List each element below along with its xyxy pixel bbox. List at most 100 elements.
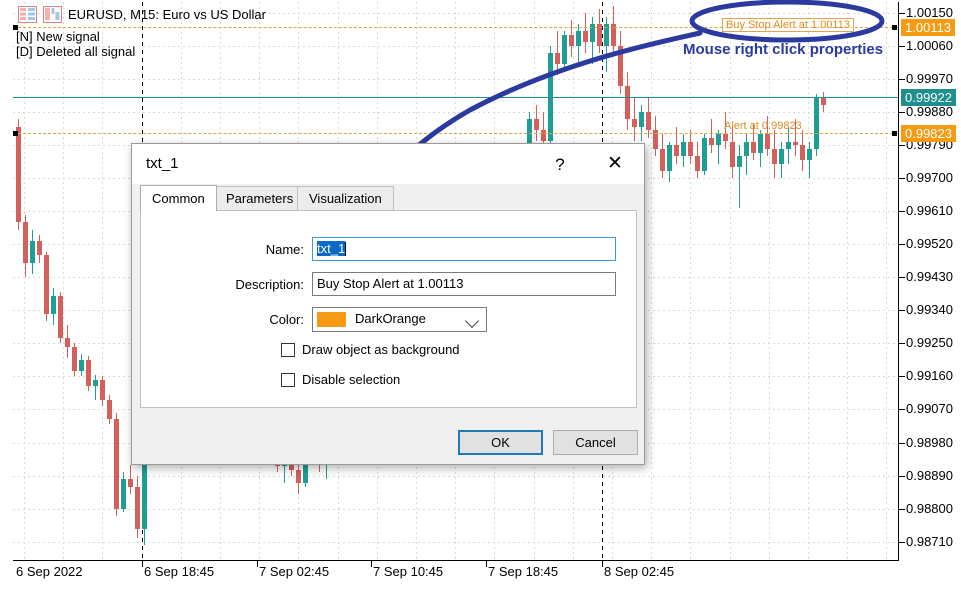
candle-wick — [809, 142, 810, 179]
price-tick — [899, 542, 905, 543]
candle-body — [765, 134, 770, 149]
disable-selection-label: Disable selection — [302, 372, 400, 387]
price-tick — [899, 145, 905, 146]
candle-body — [576, 31, 581, 46]
candle-body — [93, 380, 98, 386]
chart-bars-icon[interactable] — [43, 6, 62, 23]
price-tick — [899, 112, 905, 113]
price-tick — [899, 178, 905, 179]
level-anchor-handle[interactable] — [13, 131, 18, 136]
time-tick — [371, 561, 372, 567]
draw-as-background-checkbox-row[interactable]: Draw object as background — [281, 342, 460, 357]
price-tick-label: 0.99160 — [906, 368, 953, 383]
alert-label[interactable]: Alert at 0.99823 — [724, 120, 802, 132]
name-input-value: txt_1 — [317, 241, 345, 256]
description-input[interactable]: Buy Stop Alert at 1.00113 — [312, 272, 616, 296]
price-tick-label: 0.99700 — [906, 170, 953, 185]
time-tick-label: 7 Sep 10:45 — [373, 564, 443, 579]
time-scale[interactable]: 6 Sep 20226 Sep 18:457 Sep 02:457 Sep 10… — [13, 561, 961, 583]
candle-body — [135, 487, 140, 529]
draw-as-background-label: Draw object as background — [302, 342, 460, 357]
price-tick-label: 0.98980 — [906, 435, 953, 450]
alert-level[interactable] — [13, 133, 898, 134]
help-icon[interactable]: ? — [546, 152, 574, 178]
candle-body — [814, 97, 819, 148]
buy-stop-alert-label[interactable]: Buy Stop Alert at 1.00113 — [722, 18, 854, 32]
candle-body — [793, 142, 798, 146]
disable-selection-checkbox-row[interactable]: Disable selection — [281, 372, 400, 387]
time-tick — [602, 561, 603, 567]
ok-button[interactable]: OK — [458, 430, 543, 455]
level-anchor-handle[interactable] — [892, 131, 897, 136]
candle-body — [639, 112, 644, 127]
price-tick-label: 0.99610 — [906, 203, 953, 218]
candle-body — [667, 145, 672, 171]
tab-panel-common: Name: txt_1 Description: Buy Stop Alert … — [140, 210, 637, 408]
price-tick-label: 0.99880 — [906, 104, 953, 119]
candle-body — [58, 296, 63, 338]
price-tick — [899, 244, 905, 245]
gridline-v — [808, 2, 809, 560]
chart-left-margin — [0, 2, 13, 560]
candle-body — [555, 53, 560, 64]
candle-body — [737, 156, 742, 167]
tab-common[interactable]: Common — [140, 185, 217, 211]
candle-body — [37, 241, 42, 256]
candle-body — [723, 134, 728, 141]
gridline-v — [769, 2, 770, 560]
candle-body — [772, 149, 777, 164]
tab-visualization[interactable]: Visualization — [297, 186, 394, 211]
cancel-button[interactable]: Cancel — [553, 430, 638, 455]
candle-body — [114, 419, 119, 509]
price-scale[interactable]: 1.001501.000600.999700.998800.997900.997… — [899, 2, 961, 561]
candle-body — [107, 400, 112, 418]
gridline-v — [63, 2, 64, 560]
description-row: Description: Buy Stop Alert at 1.00113 — [141, 272, 621, 296]
object-properties-dialog[interactable]: txt_1 ? ✕ Common Parameters Visualizatio… — [131, 143, 645, 465]
price-tick-label: 1.00060 — [906, 38, 953, 53]
candle-body — [800, 145, 805, 160]
candle-body — [646, 112, 651, 130]
price-tag-buy-stop-alert[interactable]: 1.00113 — [901, 19, 955, 36]
candle-body — [821, 97, 826, 104]
candle-body — [681, 142, 686, 157]
candle-body — [30, 241, 35, 263]
tab-parameters[interactable]: Parameters — [214, 186, 305, 211]
price-tick — [899, 376, 905, 377]
gridline-v — [690, 2, 691, 560]
gridline-v — [102, 2, 103, 560]
candle-body — [660, 149, 665, 171]
candle-body — [807, 149, 812, 160]
price-tick — [899, 509, 905, 510]
candle-body — [51, 296, 56, 314]
close-icon[interactable]: ✕ — [598, 152, 632, 178]
price-tick — [899, 79, 905, 80]
current-price-level[interactable] — [13, 97, 898, 98]
chart-header: EURUSD, M15: Euro vs US Dollar — [18, 6, 266, 23]
time-tick-label: 8 Sep 02:45 — [604, 564, 674, 579]
candle-body — [758, 134, 763, 152]
dialog-title: txt_1 — [146, 155, 179, 172]
candle-body — [751, 142, 756, 153]
candle-body — [23, 222, 28, 262]
dialog-tabstrip: Common Parameters Visualization — [140, 184, 636, 209]
draw-as-background-checkbox[interactable] — [281, 343, 295, 357]
price-tick — [899, 443, 905, 444]
color-select[interactable]: DarkOrange — [312, 307, 487, 332]
dialog-titlebar[interactable]: txt_1 ? ✕ — [132, 144, 644, 184]
candle-body — [16, 127, 21, 222]
price-tick-label: 0.99250 — [906, 335, 953, 350]
name-input[interactable]: txt_1 — [312, 237, 616, 261]
data-window-icon[interactable] — [18, 6, 37, 23]
candle-body — [695, 156, 700, 171]
price-tick-label: 0.98800 — [906, 501, 953, 516]
candle-body — [632, 119, 637, 126]
time-tick — [486, 561, 487, 567]
price-tag-current-price[interactable]: 0.99922 — [901, 89, 956, 106]
price-tick-label: 1.00150 — [906, 5, 953, 20]
price-tag-alert[interactable]: 0.99823 — [901, 125, 956, 142]
candle-body — [583, 31, 588, 42]
level-anchor-handle[interactable] — [892, 25, 897, 30]
candle-body — [121, 479, 126, 508]
disable-selection-checkbox[interactable] — [281, 373, 295, 387]
